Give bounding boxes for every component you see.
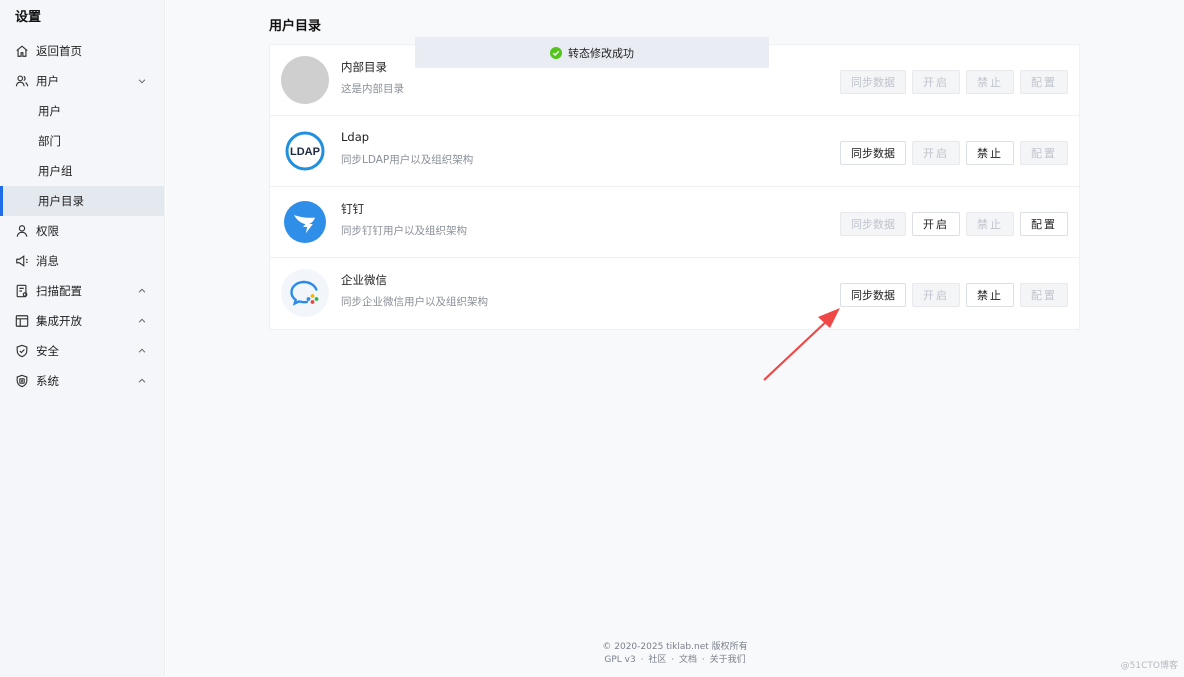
sidebar-title: 设置 bbox=[15, 10, 42, 25]
layout-icon bbox=[15, 314, 29, 328]
directory-actions: 同步数据 开启 禁止 配置 bbox=[834, 283, 1068, 307]
footer-copyright: © 2020-2025 tiklab.net 版权所有 bbox=[602, 642, 748, 652]
sidebar-item-label: 扫描配置 bbox=[36, 284, 82, 298]
footer-link-about[interactable]: 关于我们 bbox=[710, 655, 746, 665]
page-title: 用户目录 bbox=[269, 19, 322, 34]
directory-name: 企业微信 bbox=[341, 273, 387, 287]
ldap-logo-icon: LDAP bbox=[281, 127, 329, 175]
footer-link-community[interactable]: 社区 bbox=[648, 655, 666, 665]
default-avatar-icon bbox=[281, 56, 329, 104]
success-toast: 转态修改成功 bbox=[415, 37, 769, 68]
chevron-up-icon bbox=[137, 285, 149, 297]
directory-row-ldap: LDAP Ldap 同步LDAP用户以及组织架构 同步数据 开启 禁止 配置 bbox=[270, 116, 1079, 187]
directory-desc: 同步企业微信用户以及组织架构 bbox=[341, 296, 488, 308]
sidebar-item-integration[interactable]: 集成开放 bbox=[0, 306, 164, 336]
sidebar-item-user[interactable]: 用户 bbox=[0, 96, 164, 126]
sidebar-item-label: 用户 bbox=[36, 74, 59, 88]
enable-button[interactable]: 开启 bbox=[912, 283, 960, 307]
footer-link-docs[interactable]: 文档 bbox=[679, 655, 697, 665]
sidebar-item-label: 返回首页 bbox=[36, 44, 82, 58]
scan-config-icon bbox=[15, 284, 29, 298]
chevron-up-icon bbox=[137, 345, 149, 357]
sidebar-item-scan-config[interactable]: 扫描配置 bbox=[0, 276, 164, 306]
sidebar-item-system[interactable]: 系统 bbox=[0, 366, 164, 396]
dingtalk-logo-icon bbox=[281, 198, 329, 246]
footer-link-license[interactable]: GPL v3 bbox=[604, 655, 635, 665]
chevron-up-icon bbox=[137, 315, 149, 327]
check-circle-icon bbox=[550, 46, 562, 59]
sidebar-item-label: 部门 bbox=[38, 134, 61, 148]
config-button[interactable]: 配置 bbox=[1020, 283, 1068, 307]
system-icon bbox=[15, 374, 29, 388]
enable-button[interactable]: 开启 bbox=[912, 212, 960, 236]
sidebar-item-label: 集成开放 bbox=[36, 314, 82, 328]
directory-desc: 这是内部目录 bbox=[341, 83, 404, 95]
directory-name: 内部目录 bbox=[341, 60, 387, 74]
sidebar-item-label: 用户组 bbox=[38, 164, 73, 178]
sidebar-item-label: 消息 bbox=[36, 254, 59, 268]
sidebar-item-users-group[interactable]: 用户 bbox=[0, 66, 164, 96]
sidebar-item-security[interactable]: 安全 bbox=[0, 336, 164, 366]
ldap-logo-text: LDAP bbox=[290, 146, 320, 158]
directory-desc: 同步钉钉用户以及组织架构 bbox=[341, 225, 467, 237]
users-icon bbox=[15, 74, 29, 88]
disable-button[interactable]: 禁止 bbox=[966, 212, 1014, 236]
directory-actions: 同步数据 开启 禁止 配置 bbox=[834, 70, 1068, 94]
directory-row-dingtalk: 钉钉 同步钉钉用户以及组织架构 同步数据 开启 禁止 配置 bbox=[270, 187, 1079, 258]
watermark: @51CTO博客 bbox=[1120, 661, 1178, 671]
sidebar-item-label: 用户目录 bbox=[38, 194, 84, 208]
sidebar-item-department[interactable]: 部门 bbox=[0, 126, 164, 156]
disable-button[interactable]: 禁止 bbox=[966, 141, 1014, 165]
disable-button[interactable]: 禁止 bbox=[966, 70, 1014, 94]
sidebar-item-permission[interactable]: 权限 bbox=[0, 216, 164, 246]
home-icon bbox=[15, 44, 29, 58]
sidebar-item-message[interactable]: 消息 bbox=[0, 246, 164, 276]
main-content: 用户目录 内部目录 这是内部目录 同步数据 开启 禁止 配置 LDAP Ldap bbox=[166, 0, 1184, 677]
sync-data-button[interactable]: 同步数据 bbox=[840, 70, 906, 94]
sidebar-item-label: 安全 bbox=[36, 344, 59, 358]
sidebar-item-label: 用户 bbox=[38, 104, 61, 118]
directory-desc: 同步LDAP用户以及组织架构 bbox=[341, 154, 474, 166]
directory-actions: 同步数据 开启 禁止 配置 bbox=[834, 212, 1068, 236]
chevron-up-icon bbox=[137, 375, 149, 387]
megaphone-icon bbox=[15, 254, 29, 268]
enable-button[interactable]: 开启 bbox=[912, 141, 960, 165]
sidebar: 设置 返回首页 用户 用户 部门 用户组 用户目录 权限 消息 扫描配置 集成开… bbox=[0, 0, 165, 677]
sidebar-item-home[interactable]: 返回首页 bbox=[0, 36, 164, 66]
enable-button[interactable]: 开启 bbox=[912, 70, 960, 94]
sync-data-button[interactable]: 同步数据 bbox=[840, 141, 906, 165]
toast-message: 转态修改成功 bbox=[568, 46, 634, 60]
config-button[interactable]: 配置 bbox=[1020, 212, 1068, 236]
sidebar-item-user-group[interactable]: 用户组 bbox=[0, 156, 164, 186]
shield-icon bbox=[15, 344, 29, 358]
disable-button[interactable]: 禁止 bbox=[966, 283, 1014, 307]
config-button[interactable]: 配置 bbox=[1020, 70, 1068, 94]
directory-row-wecom: 企业微信 同步企业微信用户以及组织架构 同步数据 开启 禁止 配置 bbox=[270, 258, 1079, 329]
sync-data-button[interactable]: 同步数据 bbox=[840, 212, 906, 236]
annotation-arrow bbox=[763, 308, 840, 381]
footer-separator: · bbox=[640, 655, 644, 665]
directory-actions: 同步数据 开启 禁止 配置 bbox=[834, 141, 1068, 165]
sidebar-item-label: 系统 bbox=[36, 374, 59, 388]
footer-separator: · bbox=[701, 655, 705, 665]
sidebar-item-label: 权限 bbox=[36, 224, 59, 238]
person-icon bbox=[15, 224, 29, 238]
chevron-down-icon bbox=[137, 75, 149, 87]
directory-list: 内部目录 这是内部目录 同步数据 开启 禁止 配置 LDAP Ldap 同步LD… bbox=[269, 44, 1080, 330]
directory-name: 钉钉 bbox=[341, 202, 364, 216]
sidebar-item-user-directory[interactable]: 用户目录 bbox=[0, 186, 164, 216]
footer: © 2020-2025 tiklab.net 版权所有 GPL v3 · 社区 … bbox=[166, 641, 1184, 667]
footer-separator: · bbox=[671, 655, 675, 665]
wecom-logo-icon bbox=[281, 269, 329, 317]
footer-links: GPL v3 · 社区 · 文档 · 关于我们 bbox=[166, 654, 1184, 667]
config-button[interactable]: 配置 bbox=[1020, 141, 1068, 165]
directory-name: Ldap bbox=[341, 130, 370, 144]
